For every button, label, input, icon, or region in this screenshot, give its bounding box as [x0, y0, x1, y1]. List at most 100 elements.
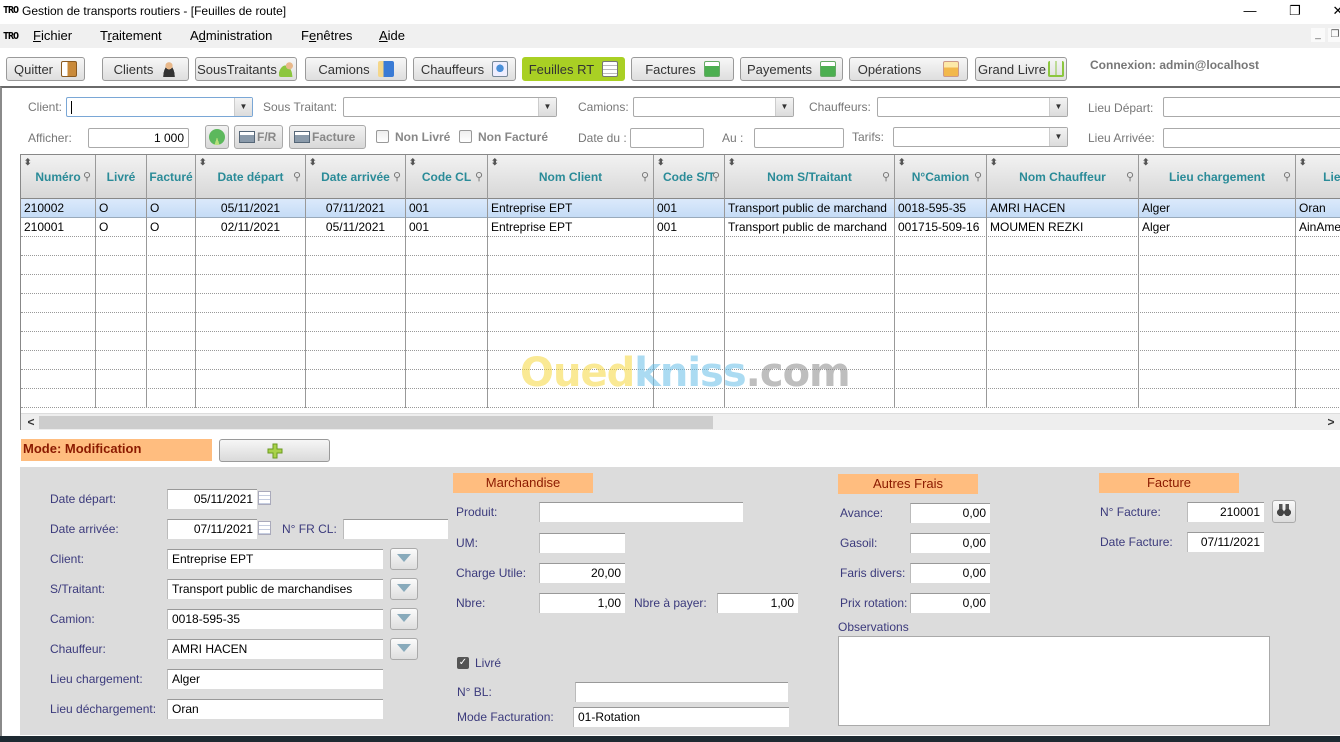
camion-input[interactable]: 0018-595-35 — [167, 609, 383, 629]
filter-client-combo[interactable]: ▼ — [66, 97, 253, 117]
filter-date-du-input[interactable] — [630, 128, 704, 148]
column-header[interactable]: N°Camion ⬍ ⚲ — [895, 155, 987, 199]
um-input[interactable] — [539, 533, 625, 553]
empty-row[interactable] — [21, 332, 1340, 351]
column-search-icon[interactable]: ⚲ — [712, 155, 720, 199]
lieu-dechargement-input[interactable]: Oran — [167, 699, 383, 719]
non-facture-checkbox[interactable] — [459, 130, 472, 143]
column-search-icon[interactable]: ⚲ — [1126, 155, 1134, 199]
menu-fichier[interactable]: Fichier — [33, 28, 72, 43]
filter-lieu-arrivee-input[interactable] — [1163, 128, 1340, 148]
filter-camions-combo[interactable]: ▼ — [633, 97, 794, 117]
sort-icon[interactable]: ⬍ — [491, 155, 499, 184]
table-row[interactable]: 210002 O O 05/11/2021 07/11/2021 001 Entrepris… — [21, 199, 1340, 218]
column-search-icon[interactable]: ⚲ — [293, 155, 301, 199]
payements-button[interactable]: Payements — [740, 57, 843, 81]
table-row[interactable]: 210001 O O 02/11/2021 05/11/2021 001 Entrepris… — [21, 218, 1340, 237]
filter-tarifs-combo[interactable]: ▼ — [893, 127, 1068, 147]
column-search-icon[interactable]: ⚲ — [475, 155, 483, 199]
menu-fenetres[interactable]: Fenêtres — [301, 28, 352, 43]
sort-icon[interactable]: ⬍ — [657, 155, 665, 184]
chevron-down-icon[interactable]: ▼ — [1049, 98, 1067, 116]
scroll-left-arrow[interactable]: < — [23, 414, 39, 430]
column-header[interactable]: Code S/T ⬍ ⚲ — [654, 155, 725, 199]
n-bl-input[interactable] — [575, 682, 788, 702]
calendar-icon[interactable] — [258, 491, 271, 505]
print-facture-button[interactable]: Facture — [289, 125, 366, 149]
empty-row[interactable] — [21, 370, 1340, 389]
filter-au-input[interactable] — [754, 128, 844, 148]
empty-row[interactable] — [21, 351, 1340, 370]
column-header[interactable]: Livré — [96, 155, 147, 199]
close-button[interactable]: ✕ — [1318, 0, 1340, 22]
filter-afficher-input[interactable]: 1 000 — [88, 128, 189, 148]
soustraitants-button[interactable]: SousTraitants — [195, 57, 297, 81]
prix-rotation-input[interactable]: 0,00 — [910, 593, 990, 613]
chauffeurs-button[interactable]: Chauffeurs — [413, 57, 516, 81]
chevron-down-icon[interactable]: ▼ — [775, 98, 793, 116]
n-fr-cl-input[interactable] — [343, 519, 448, 539]
column-header[interactable]: Numéro ⬍ ⚲ — [21, 155, 96, 199]
chevron-down-icon[interactable]: ▼ — [538, 98, 556, 116]
factures-button[interactable]: Factures — [631, 57, 734, 81]
date-arrivee-input[interactable]: 07/11/2021 — [167, 519, 257, 539]
column-header[interactable]: Nom S/Traitant ⬍ ⚲ — [725, 155, 895, 199]
column-header[interactable]: Code CL ⬍ ⚲ — [406, 155, 488, 199]
add-button[interactable] — [219, 439, 330, 462]
menu-traitement[interactable]: Traitement — [100, 28, 162, 43]
chauffeur-picker-button[interactable] — [390, 638, 418, 660]
column-search-icon[interactable]: ⚲ — [974, 155, 982, 199]
menu-aide[interactable]: Aide — [379, 28, 405, 43]
filter-sous-traitant-combo[interactable]: ▼ — [343, 97, 557, 117]
clients-button[interactable]: Clients — [102, 57, 189, 81]
charge-utile-input[interactable]: 20,00 — [539, 563, 625, 583]
mdi-restore-button[interactable]: ❐ — [1328, 28, 1340, 42]
quitter-button[interactable]: Quitter — [6, 57, 85, 81]
avance-input[interactable]: 0,00 — [910, 503, 990, 523]
frais-divers-input[interactable]: 0,00 — [910, 563, 990, 583]
sort-icon[interactable]: ⬍ — [24, 155, 32, 184]
lieu-chargement-input[interactable]: Alger — [167, 669, 383, 689]
operations-button[interactable]: Opérations — [849, 57, 968, 81]
column-search-icon[interactable]: ⚲ — [83, 155, 91, 199]
column-header[interactable]: Lieu chargement ⬍ ⚲ — [1139, 155, 1296, 199]
gasoil-input[interactable]: 0,00 — [910, 533, 990, 553]
column-search-icon[interactable]: ⚲ — [393, 155, 401, 199]
column-search-icon[interactable]: ⚲ — [1283, 155, 1291, 199]
filter-lieu-depart-input[interactable] — [1163, 97, 1340, 117]
scroll-right-arrow[interactable]: > — [1323, 414, 1339, 430]
sort-icon[interactable]: ⬍ — [990, 155, 998, 184]
empty-row[interactable] — [21, 275, 1340, 294]
empty-row[interactable] — [21, 313, 1340, 332]
straitant-input[interactable]: Transport public de marchandises — [167, 579, 383, 599]
straitant-picker-button[interactable] — [390, 578, 418, 600]
calendar-icon[interactable] — [258, 521, 271, 535]
search-facture-button[interactable] — [1272, 500, 1296, 523]
refresh-button[interactable] — [205, 125, 229, 149]
nbre-payer-input[interactable]: 1,00 — [717, 593, 798, 613]
mode-facturation-input[interactable]: 01-Rotation — [573, 707, 789, 727]
filter-chauffeurs-combo[interactable]: ▼ — [877, 97, 1068, 117]
date-depart-input[interactable]: 05/11/2021 — [167, 489, 257, 509]
sort-icon[interactable]: ⬍ — [199, 155, 207, 184]
menu-administration[interactable]: Administration — [190, 28, 272, 43]
sort-icon[interactable]: ⬍ — [1142, 155, 1150, 184]
restore-button[interactable]: ❐ — [1275, 0, 1315, 22]
column-search-icon[interactable]: ⚲ — [641, 155, 649, 199]
camion-picker-button[interactable] — [390, 608, 418, 630]
sort-icon[interactable]: ⬍ — [409, 155, 417, 184]
column-header[interactable]: Nom Chauffeur ⬍ ⚲ — [987, 155, 1139, 199]
produit-input[interactable] — [539, 502, 743, 522]
print-fr-button[interactable]: F/R — [234, 125, 283, 149]
scrollbar-thumb[interactable] — [39, 416, 713, 429]
horizontal-scrollbar[interactable]: < > — [21, 413, 1340, 430]
observations-textarea[interactable] — [838, 636, 1270, 726]
sort-icon[interactable]: ⬍ — [728, 155, 736, 184]
column-search-icon[interactable]: ⚲ — [882, 155, 890, 199]
client-input[interactable]: Entreprise EPT — [167, 549, 383, 569]
empty-row[interactable] — [21, 237, 1340, 256]
chevron-down-icon[interactable]: ▼ — [1049, 128, 1067, 146]
minimize-button[interactable]: — — [1230, 0, 1270, 22]
column-header[interactable]: Date départ ⬍ ⚲ — [196, 155, 306, 199]
sort-icon[interactable]: ⬍ — [1299, 155, 1307, 184]
